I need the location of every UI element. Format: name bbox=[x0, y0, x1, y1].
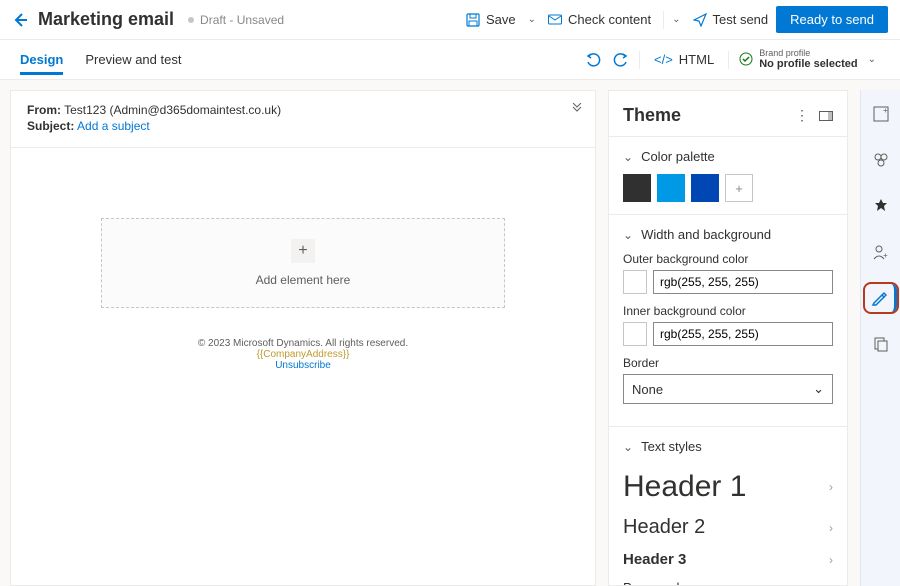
rail-theme-icon[interactable] bbox=[865, 284, 897, 312]
ready-to-send-button[interactable]: Ready to send bbox=[776, 6, 888, 33]
back-button[interactable] bbox=[12, 12, 28, 28]
color-swatch-1[interactable] bbox=[623, 174, 651, 202]
collapse-header-button[interactable] bbox=[571, 103, 583, 115]
save-icon bbox=[466, 13, 480, 27]
separator bbox=[728, 51, 729, 69]
page-title: Marketing email bbox=[38, 9, 174, 30]
tab-preview[interactable]: Preview and test bbox=[85, 44, 181, 75]
add-element-dropzone[interactable]: + Add element here bbox=[101, 218, 505, 308]
tab-design[interactable]: Design bbox=[20, 44, 63, 75]
rail-elements-icon[interactable]: + bbox=[867, 100, 895, 128]
color-palette-header[interactable]: ⌄ Color palette bbox=[623, 149, 833, 164]
rail-assets-icon[interactable] bbox=[867, 330, 895, 358]
save-button[interactable]: Save bbox=[458, 8, 524, 31]
color-swatch-2[interactable] bbox=[657, 174, 685, 202]
code-icon: </> bbox=[654, 52, 673, 67]
send-icon bbox=[693, 13, 707, 27]
chevron-down-icon: ⌄ bbox=[623, 440, 633, 454]
chevron-right-icon: › bbox=[829, 581, 833, 586]
unsubscribe-link[interactable]: Unsubscribe bbox=[101, 360, 505, 371]
expand-icon[interactable] bbox=[819, 111, 833, 121]
rail-layout-icon[interactable] bbox=[867, 146, 895, 174]
brand-check-icon bbox=[739, 52, 753, 66]
add-color-button[interactable]: + bbox=[725, 174, 753, 202]
width-background-header[interactable]: ⌄ Width and background bbox=[623, 227, 833, 242]
mail-check-icon bbox=[548, 14, 562, 26]
right-rail: + + bbox=[860, 90, 900, 586]
inner-color-preview[interactable] bbox=[623, 322, 647, 346]
more-icon[interactable]: ⋮ bbox=[795, 107, 809, 124]
email-canvas: From: Test123 (Admin@d365domaintest.co.u… bbox=[10, 90, 596, 586]
text-style-h2[interactable]: Header 2 › bbox=[623, 510, 833, 545]
text-style-p[interactable]: Paragraph › bbox=[623, 574, 833, 586]
chevron-right-icon: › bbox=[829, 480, 833, 494]
separator bbox=[639, 51, 640, 69]
test-send-button[interactable]: Test send bbox=[685, 8, 777, 31]
chevron-right-icon: › bbox=[829, 521, 833, 535]
check-dropdown[interactable]: ⌄ bbox=[668, 14, 684, 25]
plus-icon: + bbox=[291, 239, 315, 263]
outer-color-preview[interactable] bbox=[623, 270, 647, 294]
outer-color-input[interactable] bbox=[653, 270, 833, 294]
chevron-down-icon: ⌄ bbox=[623, 150, 633, 164]
text-style-h1[interactable]: Header 1 › bbox=[623, 464, 833, 510]
subject-row: Subject: Add a subject bbox=[27, 119, 579, 133]
svg-text:+: + bbox=[883, 106, 888, 115]
border-select[interactable]: None ⌄ bbox=[623, 374, 833, 404]
add-subject-link[interactable]: Add a subject bbox=[77, 119, 150, 133]
chevron-right-icon: › bbox=[829, 553, 833, 567]
chevron-down-icon: ⌄ bbox=[864, 54, 880, 65]
color-swatch-3[interactable] bbox=[691, 174, 719, 202]
svg-text:+: + bbox=[883, 251, 888, 260]
email-footer: © 2023 Microsoft Dynamics. All rights re… bbox=[101, 338, 505, 371]
undo-button[interactable] bbox=[579, 52, 607, 68]
brand-profile-selector[interactable]: Brand profile No profile selected ⌄ bbox=[733, 49, 880, 71]
inner-color-input[interactable] bbox=[653, 322, 833, 346]
rail-general-icon[interactable] bbox=[867, 192, 895, 220]
from-row: From: Test123 (Admin@d365domaintest.co.u… bbox=[27, 103, 579, 117]
separator bbox=[663, 11, 664, 29]
html-button[interactable]: </> HTML bbox=[644, 52, 724, 67]
save-dropdown[interactable]: ⌄ bbox=[524, 14, 540, 25]
text-style-h3[interactable]: Header 3 › bbox=[623, 545, 833, 574]
chevron-down-icon: ⌄ bbox=[623, 228, 633, 242]
redo-button[interactable] bbox=[607, 52, 635, 68]
text-styles-header[interactable]: ⌄ Text styles bbox=[623, 439, 833, 454]
check-content-button[interactable]: Check content bbox=[540, 8, 659, 31]
chevron-down-icon: ⌄ bbox=[813, 381, 824, 397]
status-dot-icon bbox=[188, 17, 194, 23]
theme-title: Theme bbox=[623, 105, 785, 126]
theme-panel: Theme ⋮ ⌄ Color palette + bbox=[608, 90, 848, 586]
draft-status: Draft - Unsaved bbox=[188, 13, 284, 27]
rail-personalize-icon[interactable]: + bbox=[867, 238, 895, 266]
